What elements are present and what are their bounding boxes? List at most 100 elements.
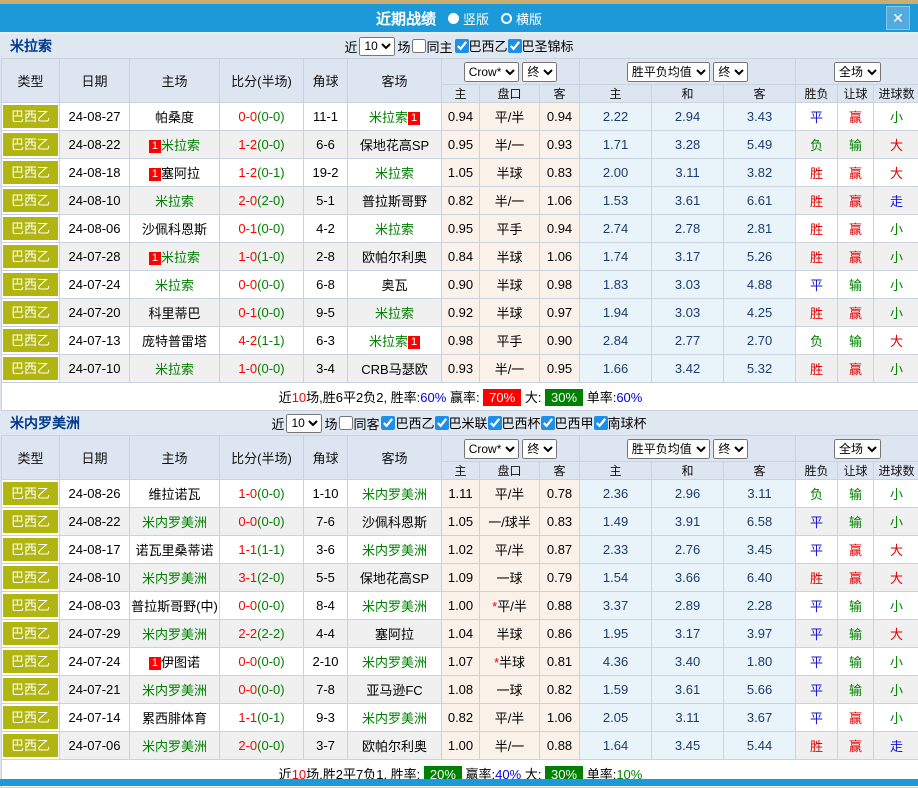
- team-name: 塞阿拉: [375, 627, 414, 642]
- league-filter[interactable]: 南球杯: [594, 413, 647, 432]
- team-name-label: 米拉索: [10, 36, 52, 56]
- team-name: 米内罗美洲: [362, 487, 427, 502]
- goals-cell: 大: [874, 131, 918, 159]
- col-score: 比分(半场): [220, 59, 304, 103]
- goals-cell: 小: [874, 103, 918, 131]
- away-cell: 米拉索: [348, 299, 442, 327]
- league-checkbox[interactable]: [488, 416, 502, 430]
- rank-badge: 1: [408, 112, 420, 125]
- score-cell: 1-1(1-1): [220, 536, 304, 564]
- odds-home-cell: 1.00: [442, 732, 480, 760]
- match-count-select[interactable]: 10: [359, 37, 395, 56]
- bookmaker-select[interactable]: Crow*: [464, 439, 519, 459]
- odds-line-cell: 半球: [480, 243, 540, 271]
- same-venue-filter[interactable]: 同主: [412, 37, 452, 56]
- scope-select[interactable]: 全场: [834, 439, 881, 459]
- away-cell: 米内罗美洲: [348, 592, 442, 620]
- league-checkbox[interactable]: [541, 416, 555, 430]
- euro-stage-select[interactable]: 终: [713, 62, 748, 82]
- euro-home-cell: 2.84: [580, 327, 652, 355]
- near-label: 近: [344, 37, 357, 56]
- scope-select[interactable]: 全场: [834, 62, 881, 82]
- goals-cell: 大: [874, 327, 918, 355]
- match-row: 巴西乙24-08-181塞阿拉1-2(0-1)19-2米拉索1.05半球0.83…: [2, 159, 918, 187]
- bookmaker-select[interactable]: Crow*: [464, 62, 519, 82]
- match-row: 巴西乙24-08-06沙佩科恩斯0-1(0-0)4-2米拉索0.95平手0.94…: [2, 215, 918, 243]
- odds-line-cell: 半球: [480, 271, 540, 299]
- match-row: 巴西乙24-07-21米内罗美洲0-0(0-0)7-8亚马逊FC1.08一球0.…: [2, 676, 918, 704]
- summary-text: 10: [292, 390, 306, 405]
- euro-draw-cell: 3.91: [652, 508, 724, 536]
- match-count-select[interactable]: 10: [286, 414, 322, 433]
- euro-odds-select[interactable]: 胜平负均值: [627, 439, 710, 459]
- odds-away-cell: 1.06: [540, 187, 580, 215]
- league-checkbox[interactable]: [435, 416, 449, 430]
- result-cell: 负: [796, 131, 838, 159]
- odds-home-cell: 1.00: [442, 592, 480, 620]
- same-venue-checkbox[interactable]: [339, 416, 353, 430]
- league-filter[interactable]: 巴米联: [435, 413, 488, 432]
- odds-away-cell: 0.82: [540, 676, 580, 704]
- score-cell: 2-2(2-2): [220, 620, 304, 648]
- goals-cell: 小: [874, 704, 918, 732]
- filter-bar: 近 10 场 同客 巴西乙巴米联巴西杯巴西甲南球杯: [271, 413, 646, 433]
- away-cell: 欧帕尔利奥: [348, 732, 442, 760]
- league-filter[interactable]: 巴西乙: [381, 413, 434, 432]
- score-cell: 1-1(0-1): [220, 704, 304, 732]
- corner-cell: 7-6: [304, 508, 348, 536]
- euro-draw-cell: 3.40: [652, 648, 724, 676]
- euro-odds-select[interactable]: 胜平负均值: [627, 62, 710, 82]
- odds-away-cell: 0.81: [540, 648, 580, 676]
- same-venue-filter[interactable]: 同客: [339, 414, 379, 433]
- home-cell: 米拉索: [130, 355, 220, 383]
- euro-home-cell: 4.36: [580, 648, 652, 676]
- radio-selected-icon[interactable]: [448, 13, 459, 24]
- close-icon[interactable]: ✕: [886, 6, 910, 30]
- odds-line-cell: 平/半: [480, 103, 540, 131]
- odds-line-cell: 一/球半: [480, 508, 540, 536]
- match-row: 巴西乙24-08-26维拉诺瓦1-0(0-0)1-10米内罗美洲1.11平/半0…: [2, 480, 918, 508]
- league-cell: 巴西乙: [2, 103, 60, 131]
- sub-euro-draw: 和: [652, 85, 724, 103]
- layout-radio-vertical[interactable]: 竖版: [440, 9, 489, 28]
- odds-home-cell: 0.90: [442, 271, 480, 299]
- euro-stage-select[interactable]: 终: [713, 439, 748, 459]
- team-name: 欧帕尔利奥: [362, 739, 427, 754]
- radio-unselected-icon[interactable]: [501, 13, 512, 24]
- euro-draw-cell: 2.96: [652, 480, 724, 508]
- league-filter[interactable]: 巴西甲: [541, 413, 594, 432]
- odds-stage-select[interactable]: 终: [522, 439, 557, 459]
- odds-stage-select[interactable]: 终: [522, 62, 557, 82]
- league-filter[interactable]: 巴圣锦标: [508, 36, 574, 55]
- league-filter[interactable]: 巴西乙: [455, 36, 508, 55]
- sub-goals: 进球数: [874, 85, 918, 103]
- euro-home-cell: 3.37: [580, 592, 652, 620]
- home-cell: 科里蒂巴: [130, 299, 220, 327]
- result-cell: 平: [796, 704, 838, 732]
- euro-away-cell: 6.61: [724, 187, 796, 215]
- result-cell: 平: [796, 592, 838, 620]
- score-cell: 0-0(0-0): [220, 648, 304, 676]
- league-checkbox[interactable]: [381, 416, 395, 430]
- line-star: *: [492, 599, 497, 614]
- sub-handicap: 让球: [838, 85, 874, 103]
- euro-away-cell: 2.28: [724, 592, 796, 620]
- league-filter[interactable]: 巴西杯: [488, 413, 541, 432]
- euro-draw-cell: 2.94: [652, 103, 724, 131]
- layout-radio-horizontal[interactable]: 横版: [493, 9, 542, 28]
- col-score: 比分(半场): [220, 436, 304, 480]
- euro-home-cell: 2.22: [580, 103, 652, 131]
- same-venue-label: 同主: [426, 37, 452, 56]
- team-name: 沙佩科恩斯: [142, 222, 207, 237]
- euro-home-cell: 1.94: [580, 299, 652, 327]
- euro-home-cell: 2.05: [580, 704, 652, 732]
- league-cell: 巴西乙: [2, 648, 60, 676]
- same-venue-checkbox[interactable]: [412, 39, 426, 53]
- home-cell: 庞特普雷塔: [130, 327, 220, 355]
- rank-badge: 1: [149, 657, 161, 670]
- euro-home-cell: 1.83: [580, 271, 652, 299]
- result-cell: 胜: [796, 564, 838, 592]
- league-checkbox[interactable]: [508, 39, 522, 53]
- league-checkbox[interactable]: [455, 39, 469, 53]
- league-checkbox[interactable]: [594, 416, 608, 430]
